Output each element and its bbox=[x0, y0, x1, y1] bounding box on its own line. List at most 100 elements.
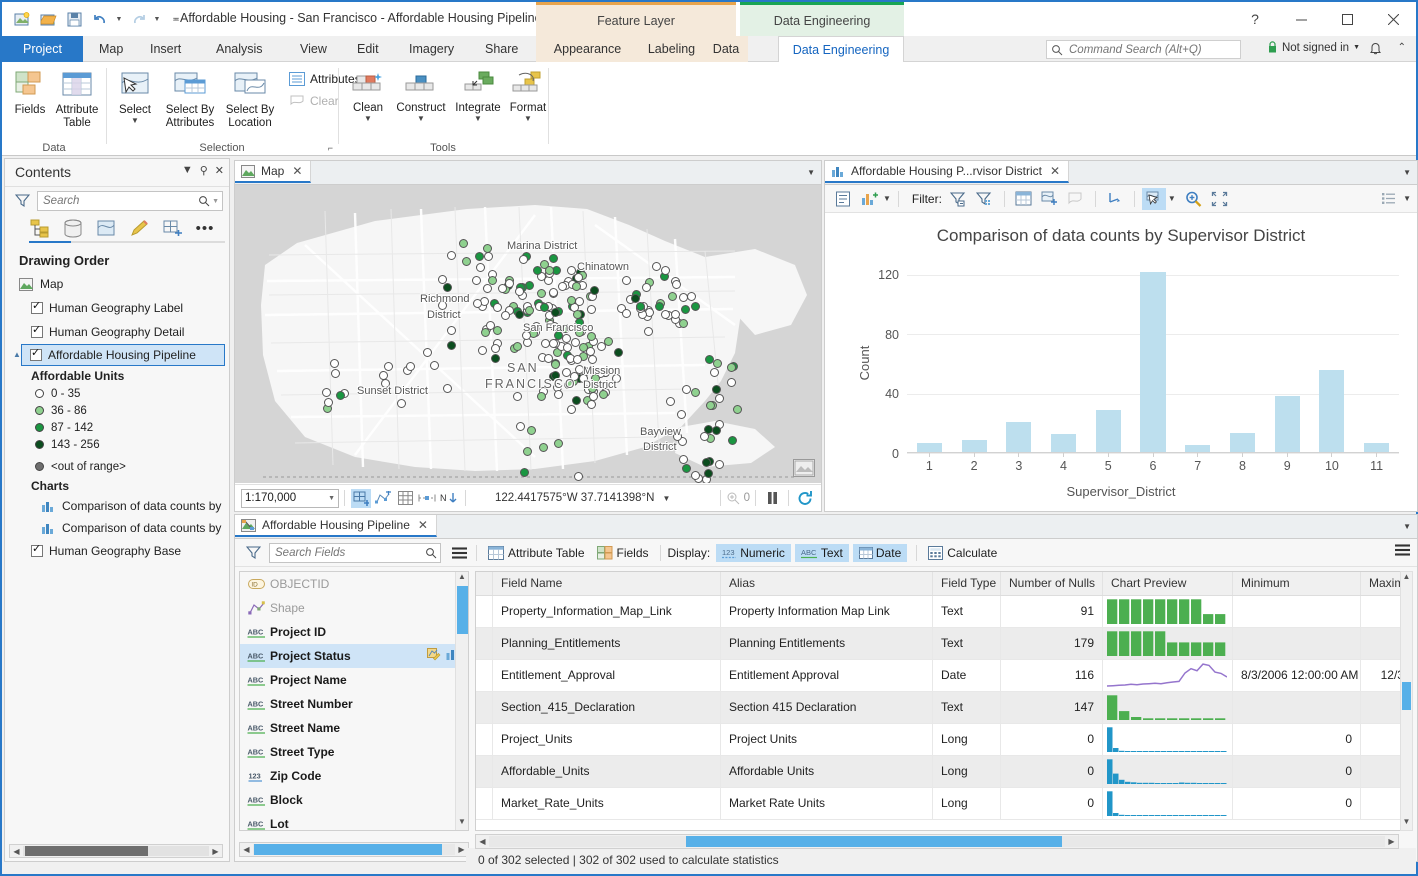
col-field-type[interactable]: Field Type bbox=[933, 572, 1001, 595]
contents-search-dropdown-icon[interactable]: ▼ bbox=[212, 198, 219, 205]
fields-button[interactable]: Fields bbox=[591, 544, 655, 562]
legend-options-dropdown-icon[interactable]: ▼ bbox=[1403, 194, 1411, 203]
map-view-tab[interactable]: Map ✕ bbox=[235, 161, 311, 183]
chart-bar[interactable] bbox=[1006, 422, 1031, 452]
tab-labeling[interactable]: Labeling bbox=[639, 36, 704, 62]
map-point-feature[interactable] bbox=[549, 339, 558, 348]
map-point-feature[interactable] bbox=[483, 244, 492, 253]
row-selector[interactable] bbox=[476, 756, 493, 787]
layer-human-geography-detail[interactable]: Human Geography Detail bbox=[5, 320, 229, 344]
map-point-feature[interactable] bbox=[597, 342, 606, 351]
data-engineering-tab-close-icon[interactable]: ✕ bbox=[418, 518, 428, 532]
map-point-feature[interactable] bbox=[574, 472, 583, 481]
measure-icon[interactable] bbox=[417, 489, 437, 508]
scroll-left-icon[interactable]: ◀ bbox=[240, 845, 253, 854]
map-point-feature[interactable] bbox=[513, 392, 522, 401]
chart-pane-tabbar-overflow-icon[interactable]: ▼ bbox=[1403, 168, 1411, 177]
field-list-item[interactable]: ABCStreet Number bbox=[240, 692, 468, 716]
scroll-thumb[interactable] bbox=[25, 846, 148, 856]
fields-filter-icon[interactable] bbox=[241, 542, 265, 564]
chart-canvas[interactable]: Comparison of data counts by Supervisor … bbox=[825, 214, 1417, 511]
table-row[interactable]: Market_Rate_UnitsMarket Rate UnitsLong00 bbox=[476, 788, 1412, 820]
field-list-item[interactable]: IDOBJECTID bbox=[240, 572, 468, 596]
col-field-name[interactable]: Field Name bbox=[493, 572, 721, 595]
field-list-item[interactable]: ABCProject Name bbox=[240, 668, 468, 692]
chart-bar[interactable] bbox=[1319, 370, 1344, 452]
help-button[interactable]: ? bbox=[1232, 2, 1278, 36]
scroll-left-icon[interactable]: ◀ bbox=[10, 847, 23, 856]
map-point-feature[interactable] bbox=[682, 464, 691, 473]
map-point-feature[interactable] bbox=[551, 360, 560, 369]
zoom-in-icon[interactable] bbox=[1182, 188, 1206, 210]
chart-bar[interactable] bbox=[1275, 396, 1300, 452]
clear-selection-button[interactable]: Clear bbox=[285, 92, 343, 110]
chart-pane-tab[interactable]: Affordable Housing P...rvisor District ✕ bbox=[825, 161, 1069, 183]
map-point-feature[interactable] bbox=[704, 469, 713, 478]
filter-by-extent-icon[interactable] bbox=[947, 188, 971, 210]
map-point-feature[interactable] bbox=[545, 266, 554, 275]
scroll-left-icon[interactable]: ◀ bbox=[476, 837, 489, 846]
new-chart-icon[interactable] bbox=[857, 188, 881, 210]
map-point-feature[interactable] bbox=[679, 455, 688, 464]
map-point-feature[interactable] bbox=[527, 426, 536, 435]
statistics-table[interactable]: Field Name Alias Field Type Number of Nu… bbox=[475, 571, 1413, 831]
map-point-feature[interactable] bbox=[484, 252, 493, 261]
map-point-feature[interactable] bbox=[447, 341, 456, 350]
tab-view[interactable]: View bbox=[289, 36, 338, 62]
integrate-dropdown-caret[interactable]: ▼ bbox=[474, 115, 482, 122]
row-selector[interactable] bbox=[476, 596, 493, 627]
map-point-feature[interactable] bbox=[702, 458, 711, 467]
new-project-icon[interactable] bbox=[10, 7, 34, 31]
map-point-feature[interactable] bbox=[562, 334, 571, 343]
map-canvas[interactable]: Marina DistrictChinatownRichmondDistrict… bbox=[235, 185, 821, 483]
format-dropdown-caret[interactable]: ▼ bbox=[524, 115, 532, 122]
map-point-feature[interactable] bbox=[551, 308, 560, 317]
map-point-feature[interactable] bbox=[515, 310, 524, 319]
contents-tab-more-icon[interactable]: ••• bbox=[194, 217, 216, 239]
refresh-icon[interactable] bbox=[795, 489, 815, 508]
map-node[interactable]: Map bbox=[5, 272, 229, 296]
tab-data-engineering[interactable]: Data Engineering bbox=[778, 36, 904, 62]
format-button[interactable]: Format ▼ bbox=[505, 67, 551, 122]
row-selector[interactable] bbox=[476, 628, 493, 659]
chart-bar[interactable] bbox=[917, 443, 942, 452]
map-point-feature[interactable] bbox=[704, 425, 713, 434]
map-point-feature[interactable] bbox=[322, 388, 331, 397]
map-point-feature[interactable] bbox=[631, 294, 640, 303]
contents-tab-snapping[interactable] bbox=[161, 217, 183, 239]
table-row[interactable]: Entitlement_ApprovalEntitlement Approval… bbox=[476, 660, 1412, 692]
field-list-item[interactable]: ABCBlock bbox=[240, 788, 468, 812]
map-point-feature[interactable] bbox=[715, 460, 724, 469]
map-point-feature[interactable] bbox=[712, 385, 721, 394]
map-point-feature[interactable] bbox=[573, 310, 582, 319]
attribute-table-button[interactable]: AttributeTable bbox=[52, 67, 102, 129]
layer-checkbox[interactable] bbox=[31, 545, 43, 557]
save-project-icon[interactable] bbox=[62, 7, 86, 31]
tab-edit[interactable]: Edit bbox=[346, 36, 390, 62]
open-table-icon[interactable] bbox=[1012, 188, 1036, 210]
chart-bar[interactable] bbox=[1185, 445, 1210, 452]
map-point-feature[interactable] bbox=[644, 327, 653, 336]
map-point-feature[interactable] bbox=[715, 394, 724, 403]
select-button[interactable]: Select ▼ bbox=[111, 67, 159, 124]
field-list-item[interactable]: 123Zip Code bbox=[240, 764, 468, 788]
expand-collapse-icon[interactable]: ▲ bbox=[13, 350, 21, 359]
col-alias[interactable]: Alias bbox=[721, 572, 933, 595]
field-list-item[interactable]: Shape bbox=[240, 596, 468, 620]
map-point-feature[interactable] bbox=[564, 380, 573, 389]
scroll-thumb[interactable] bbox=[1402, 682, 1411, 710]
full-extent-icon[interactable] bbox=[1208, 188, 1232, 210]
contents-pin-icon[interactable]: ⚲ bbox=[200, 164, 208, 177]
map-point-feature[interactable] bbox=[491, 354, 500, 363]
scroll-right-icon[interactable]: ▶ bbox=[1385, 837, 1398, 846]
select-by-location-button[interactable]: Select ByLocation bbox=[221, 67, 279, 129]
contents-tab-drawing-order[interactable] bbox=[29, 217, 51, 239]
tab-appearance[interactable]: Appearance bbox=[536, 36, 639, 62]
north-arrow-icon[interactable]: N bbox=[439, 489, 459, 508]
calculate-field-icon[interactable] bbox=[427, 648, 441, 664]
field-list-item[interactable]: ABCProject Status bbox=[240, 644, 468, 668]
chart-pane-tab-close-icon[interactable]: ✕ bbox=[1050, 164, 1060, 178]
map-point-feature[interactable] bbox=[713, 359, 722, 368]
chart-bar[interactable] bbox=[1140, 272, 1165, 452]
map-point-feature[interactable] bbox=[331, 369, 340, 378]
